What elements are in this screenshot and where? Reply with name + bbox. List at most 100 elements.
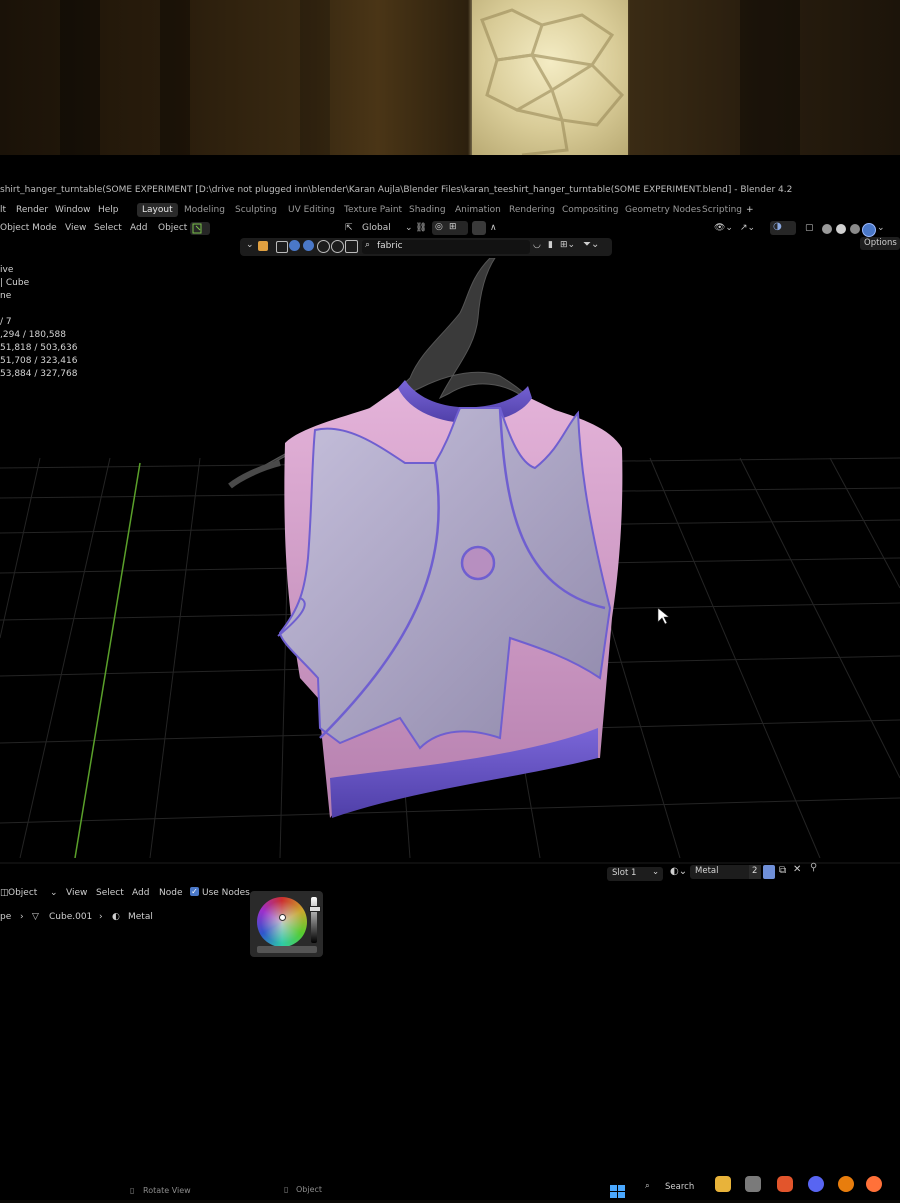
3d-viewport[interactable]: [0, 258, 900, 858]
tab-uv-editing[interactable]: UV Editing: [283, 203, 340, 217]
color-wheel[interactable]: [257, 897, 307, 947]
visibility-icon[interactable]: 👁⌄: [714, 223, 733, 233]
snap-target-icon: ⊞: [449, 222, 457, 232]
breadcrumb-object[interactable]: Cube.001: [49, 912, 92, 922]
filter-icon-2[interactable]: [289, 240, 300, 251]
blender-icon[interactable]: [838, 1176, 854, 1192]
snap-toggle-button[interactable]: [190, 222, 210, 235]
curtain-fold: [740, 0, 800, 160]
viewport-menu-object[interactable]: Object: [158, 223, 187, 233]
filter-icon-6[interactable]: [345, 240, 358, 253]
material-slot-select[interactable]: Slot 1 ⌄: [607, 867, 663, 881]
breadcrumb-prefix: pe: [0, 912, 12, 922]
pivot-icon[interactable]: ⌄ ⛓: [405, 223, 427, 233]
node-menu-view[interactable]: View: [66, 888, 87, 898]
use-nodes-checkbox[interactable]: ✓: [190, 887, 199, 896]
menu-item-render[interactable]: Render: [16, 205, 48, 215]
snapping-group[interactable]: ◎ ⊞: [432, 221, 468, 235]
menu-item-window[interactable]: Window: [55, 205, 91, 215]
tab-sculpting[interactable]: Sculpting: [230, 203, 282, 217]
node-object-selector[interactable]: Object: [8, 888, 37, 898]
editor-divider[interactable]: [0, 862, 900, 864]
mouse-icon: ▯: [284, 1185, 289, 1194]
status-hint-middle: Object: [296, 1185, 323, 1194]
material-users-count[interactable]: 2: [749, 865, 761, 879]
shading-rendered-icon[interactable]: [862, 223, 876, 237]
viewport-menu-add[interactable]: Add: [130, 223, 147, 233]
tab-geometry-nodes[interactable]: Geometry Nodes: [620, 203, 706, 217]
viewport-menu-view[interactable]: View: [65, 223, 86, 233]
brave-browser-icon[interactable]: [777, 1176, 793, 1192]
tab-animation[interactable]: Animation: [450, 203, 506, 217]
breadcrumb-material[interactable]: Metal: [128, 912, 153, 922]
options-button[interactable]: Options: [860, 237, 900, 250]
shading-solid-icon[interactable]: [836, 224, 846, 234]
filter-icon-1[interactable]: [276, 241, 288, 253]
mouse-icon: ▯: [130, 1186, 135, 1195]
funnel-icon[interactable]: ⏷⌄: [583, 239, 599, 250]
room-background: [0, 0, 900, 160]
shading-material-icon[interactable]: [850, 224, 860, 234]
search-input[interactable]: ⌕ fabric: [362, 240, 530, 254]
color-wheel-cursor[interactable]: [279, 914, 286, 921]
top-menubar: lt Render Window Help Layout Modeling Sc…: [0, 202, 900, 220]
add-workspace-button[interactable]: +: [741, 203, 759, 217]
unlink-material-icon[interactable]: ✕: [793, 864, 801, 875]
cursor-icon: [192, 223, 202, 234]
file-explorer-icon[interactable]: [715, 1176, 731, 1192]
material-name: Metal: [695, 866, 719, 876]
filter-icon-4[interactable]: [317, 240, 330, 253]
tab-shading[interactable]: Shading: [404, 203, 451, 217]
window-titlebar: shirt_hanger_turntable(SOME EXPERIMENT […: [0, 180, 900, 200]
tab-scripting[interactable]: Scripting: [697, 203, 747, 217]
overlay-icon: ◑: [773, 221, 782, 232]
search-icon: ⌕: [365, 240, 371, 250]
xray-icon[interactable]: ▢: [805, 223, 814, 233]
material-browse-icon[interactable]: ◐⌄: [670, 866, 687, 877]
chevron-down-icon: ⌄: [50, 888, 58, 898]
filter-icon-3[interactable]: [303, 240, 314, 251]
tab-texture-paint[interactable]: Texture Paint: [339, 203, 407, 217]
falloff-icon[interactable]: ∧: [490, 223, 497, 233]
value-slider[interactable]: [311, 897, 317, 943]
pin-icon[interactable]: ⚲: [810, 862, 817, 873]
viewport-menu-select[interactable]: Select: [94, 223, 122, 233]
shading-dropdown-icon[interactable]: ⌄: [877, 223, 885, 233]
search-value: fabric: [377, 241, 403, 251]
tab-layout[interactable]: Layout: [137, 203, 178, 217]
material-name-field[interactable]: Metal: [690, 865, 752, 879]
node-menu-add[interactable]: Add: [132, 888, 149, 898]
chevron-down-icon[interactable]: ⌄: [246, 240, 254, 250]
shirt-model: [277, 380, 623, 818]
node-menu-select[interactable]: Select: [96, 888, 124, 898]
color-hex-field[interactable]: [257, 946, 317, 953]
viewport-header: Object Mode View Select Add Object ⇱ Glo…: [0, 221, 900, 237]
sort-icon[interactable]: ◡: [533, 240, 541, 250]
transform-orientation-select[interactable]: Global: [362, 223, 391, 233]
firefox-icon[interactable]: [866, 1176, 882, 1192]
object-type-icon[interactable]: [258, 241, 268, 251]
bookmark-icon[interactable]: ▮: [548, 240, 553, 250]
menu-item-edit[interactable]: lt: [0, 205, 6, 215]
transform-orientation-icon[interactable]: ⇱: [345, 223, 353, 233]
gizmo-icon[interactable]: ↗⌄: [740, 223, 755, 233]
value-slider-handle[interactable]: [309, 906, 321, 912]
windows-start-icon[interactable]: [610, 1184, 626, 1198]
store-icon[interactable]: [745, 1176, 761, 1192]
filter-icon-5[interactable]: [331, 240, 344, 253]
tab-rendering[interactable]: Rendering: [504, 203, 560, 217]
tab-compositing[interactable]: Compositing: [557, 203, 623, 217]
duplicate-material-icon[interactable]: ⧉: [779, 865, 786, 876]
overlay-toggle[interactable]: ◑: [770, 221, 796, 235]
mode-selector[interactable]: Object Mode: [0, 223, 57, 233]
menu-item-help[interactable]: Help: [98, 205, 119, 215]
slot-label: Slot 1: [612, 868, 637, 878]
proportional-edit-icon[interactable]: [472, 221, 486, 235]
fake-user-icon[interactable]: [763, 865, 775, 879]
node-menu-node[interactable]: Node: [159, 888, 183, 898]
shading-wireframe-icon[interactable]: [822, 224, 832, 234]
hierarchy-icon[interactable]: ⊞⌄: [560, 240, 575, 250]
tab-modeling[interactable]: Modeling: [179, 203, 230, 217]
discord-icon[interactable]: [808, 1176, 824, 1192]
taskbar-search[interactable]: ⌕ Search: [645, 1181, 700, 1195]
